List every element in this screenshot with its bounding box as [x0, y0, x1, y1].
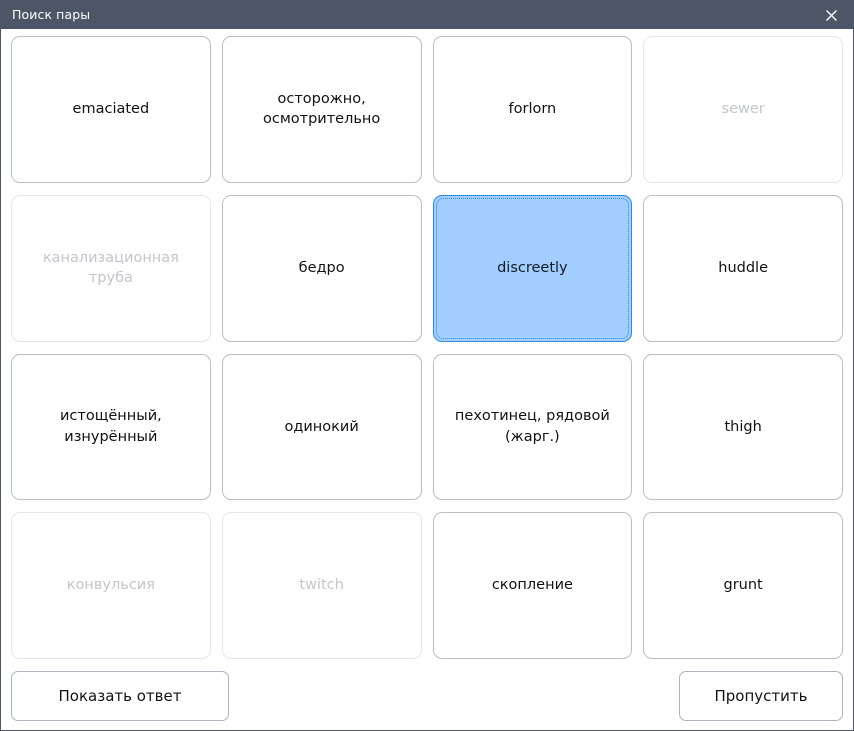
card-12: конвульсия [11, 512, 211, 659]
card-3: sewer [643, 36, 843, 183]
card-6[interactable]: discreetly [432, 194, 633, 342]
match-pairs-window: Поиск пары emaciated осторожно, осмотрите… [0, 0, 854, 731]
show-answer-button[interactable]: Показать ответ [11, 671, 229, 721]
card-label: скопление [491, 577, 573, 594]
card-label: sewer [721, 101, 765, 118]
card-7[interactable]: huddle [643, 194, 843, 342]
title-bar: Поиск пары [1, 1, 853, 29]
card-9[interactable]: одинокий [221, 353, 422, 501]
window-content: emaciated осторожно, осмотрительно forlorn… [1, 29, 853, 730]
card-label: осторожно, осмотрительно [262, 90, 381, 128]
card-4: канализационная труба [11, 194, 211, 342]
card-15[interactable]: grunt [643, 512, 843, 659]
card-1[interactable]: осторожно, осмотрительно [221, 36, 422, 183]
card-label: forlorn [508, 101, 557, 118]
card-label: twitch [299, 577, 344, 594]
window-title: Поиск пары [12, 7, 91, 22]
card-label: thigh [724, 418, 762, 435]
footer-bar: Показать ответ Пропустить [11, 671, 843, 721]
card-14[interactable]: скопление [432, 512, 633, 659]
card-label: бедро [298, 259, 345, 276]
card-13: twitch [221, 512, 422, 659]
card-label: huddle [718, 259, 768, 276]
close-icon[interactable] [809, 1, 853, 29]
skip-button[interactable]: Пропустить [679, 671, 843, 721]
card-label: пехотинец, рядовой (жарг.) [454, 408, 610, 445]
card-label: одинокий [284, 418, 359, 435]
card-5[interactable]: бедро [221, 194, 422, 342]
card-label: discreetly [497, 259, 568, 276]
card-label: канализационная труба [42, 249, 179, 287]
card-8[interactable]: истощённый, изнурённый [11, 353, 211, 501]
card-0[interactable]: emaciated [11, 36, 211, 183]
card-label: конвульсия [66, 577, 155, 594]
card-label: grunt [723, 577, 763, 594]
card-2[interactable]: forlorn [432, 36, 633, 183]
card-10[interactable]: пехотинец, рядовой (жарг.) [432, 353, 633, 501]
card-grid: emaciated осторожно, осмотрительно forlorn… [11, 36, 843, 659]
card-label: истощённый, изнурённый [60, 408, 162, 445]
card-11[interactable]: thigh [643, 353, 843, 501]
card-label: emaciated [72, 101, 150, 118]
